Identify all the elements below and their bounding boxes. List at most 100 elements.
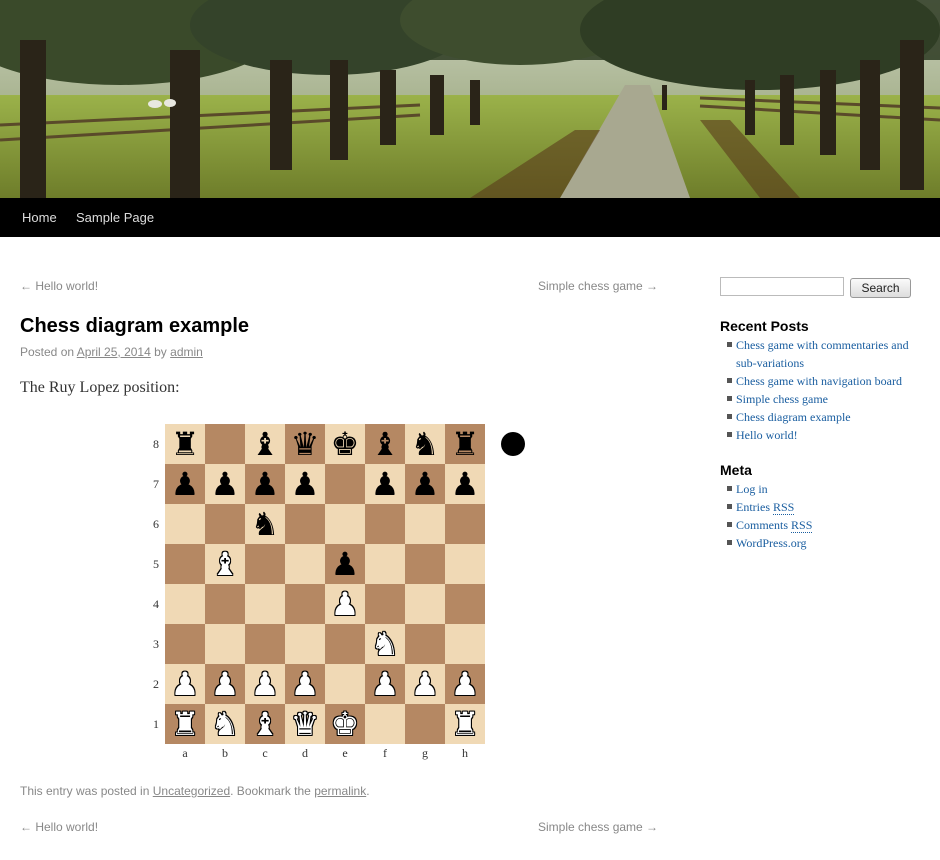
comments-rss-link[interactable]: Comments RSS xyxy=(736,518,813,533)
white-pawn-icon: ♟ xyxy=(210,665,240,703)
file-label: e xyxy=(342,746,348,760)
square-b6 xyxy=(205,504,245,544)
rank-label: 8 xyxy=(153,437,159,451)
white-queen-icon: ♛ xyxy=(290,705,320,743)
recent-post-link[interactable]: Chess diagram example xyxy=(736,410,851,424)
black-pawn-icon: ♟ xyxy=(370,465,400,503)
prev-post-link-bottom[interactable]: ← Hello world! xyxy=(20,820,98,834)
white-knight-icon: ♞ xyxy=(210,705,240,743)
black-bishop-icon: ♝ xyxy=(370,425,400,463)
recent-posts-title: Recent Posts xyxy=(720,318,809,334)
post-title: Chess diagram example xyxy=(20,315,249,337)
prev-post-link-top[interactable]: ← Hello world! xyxy=(20,279,98,293)
square-h1: ♜ xyxy=(445,704,485,744)
nav-item-sample-page[interactable]: Sample Page xyxy=(76,210,154,225)
square-d7: ♟ xyxy=(285,464,325,504)
wordpress-link[interactable]: WordPress.org xyxy=(736,536,806,550)
list-item: Chess game with navigation board xyxy=(720,372,930,390)
recent-posts-list: Chess game with commentaries and sub-var… xyxy=(720,336,930,444)
black-queen-icon: ♛ xyxy=(290,425,320,463)
square-c6: ♞ xyxy=(245,504,285,544)
list-item: Entries RSS xyxy=(720,498,930,516)
square-h5 xyxy=(445,544,485,584)
square-c7: ♟ xyxy=(245,464,285,504)
author-link[interactable]: admin xyxy=(170,345,203,359)
white-pawn-icon: ♟ xyxy=(290,665,320,703)
square-a4 xyxy=(165,584,205,624)
search-button[interactable]: Search xyxy=(850,278,911,298)
white-pawn-icon: ♟ xyxy=(370,665,400,703)
footer-mid: . Bookmark the xyxy=(230,784,311,798)
black-pawn-icon: ♟ xyxy=(170,465,200,503)
black-pawn-icon: ♟ xyxy=(290,465,320,503)
square-g4 xyxy=(405,584,445,624)
category-link[interactable]: Uncategorized xyxy=(153,784,230,798)
black-rook-icon: ♜ xyxy=(450,425,480,463)
square-f5 xyxy=(365,544,405,584)
post-intro: The Ruy Lopez position: xyxy=(20,379,180,396)
square-a7: ♟ xyxy=(165,464,205,504)
next-post-link-top[interactable]: Simple chess game → xyxy=(538,279,658,293)
square-g6 xyxy=(405,504,445,544)
square-h6 xyxy=(445,504,485,544)
entry-footer: This entry was posted in Uncategorized. … xyxy=(20,784,370,798)
square-b3 xyxy=(205,624,245,664)
black-knight-icon: ♞ xyxy=(410,425,440,463)
square-e1: ♚ xyxy=(325,704,365,744)
black-rook-icon: ♜ xyxy=(170,425,200,463)
square-f1 xyxy=(365,704,405,744)
meta-prefix: Posted on xyxy=(20,345,75,359)
square-e8: ♚ xyxy=(325,424,365,464)
square-g2: ♟ xyxy=(405,664,445,704)
square-f3: ♞ xyxy=(365,624,405,664)
recent-post-link[interactable]: Hello world! xyxy=(736,428,798,442)
square-c3 xyxy=(245,624,285,664)
white-pawn-icon: ♟ xyxy=(410,665,440,703)
square-b4 xyxy=(205,584,245,624)
black-pawn-icon: ♟ xyxy=(330,545,360,583)
white-rook-icon: ♜ xyxy=(170,705,200,743)
square-e3 xyxy=(325,624,365,664)
nav-item-home[interactable]: Home xyxy=(22,210,57,225)
recent-post-link[interactable]: Chess game with navigation board xyxy=(736,374,902,388)
chessboard: ♜ ♝ ♛ ♚ ♝ ♞ ♜ ♟ ♟ ♟ ♟ ♟ ♟ ♟ ♞ ♝ ♟ ♟ ♞ ♟ ♟ ♟ ♟ ♟ ♟ ♟ ♜ ♞ ♝ ♛ ♚ ♜ xyxy=(165,424,485,744)
white-pawn-icon: ♟ xyxy=(450,665,480,703)
list-item: Chess diagram example xyxy=(720,408,930,426)
square-c8: ♝ xyxy=(245,424,285,464)
next-post-link-bottom[interactable]: Simple chess game → xyxy=(538,820,658,834)
list-item: WordPress.org xyxy=(720,534,930,552)
recent-post-link[interactable]: Simple chess game xyxy=(736,392,828,406)
search-input[interactable] xyxy=(720,277,844,296)
file-label: a xyxy=(182,746,188,760)
square-e5: ♟ xyxy=(325,544,365,584)
square-a6 xyxy=(165,504,205,544)
square-b2: ♟ xyxy=(205,664,245,704)
file-label: c xyxy=(262,746,268,760)
entries-rss-link[interactable]: Entries RSS xyxy=(736,500,795,515)
square-a2: ♟ xyxy=(165,664,205,704)
white-pawn-icon: ♟ xyxy=(170,665,200,703)
square-b7: ♟ xyxy=(205,464,245,504)
square-h7: ♟ xyxy=(445,464,485,504)
square-f4 xyxy=(365,584,405,624)
square-d1: ♛ xyxy=(285,704,325,744)
post-date-link[interactable]: April 25, 2014 xyxy=(77,345,151,359)
recent-post-link[interactable]: Chess game with commentaries and sub-var… xyxy=(736,338,909,370)
square-c2: ♟ xyxy=(245,664,285,704)
login-link[interactable]: Log in xyxy=(736,482,768,496)
white-bishop-icon: ♝ xyxy=(210,545,240,583)
comments-label: Comments xyxy=(736,518,789,532)
square-a8: ♜ xyxy=(165,424,205,464)
black-bishop-icon: ♝ xyxy=(250,425,280,463)
square-b5: ♝ xyxy=(205,544,245,584)
side-to-move-indicator xyxy=(501,432,525,456)
square-e7 xyxy=(325,464,365,504)
file-label: d xyxy=(302,746,308,760)
square-d2: ♟ xyxy=(285,664,325,704)
rss-abbr: RSS xyxy=(791,518,813,533)
square-d6 xyxy=(285,504,325,544)
permalink-link[interactable]: permalink xyxy=(314,784,366,798)
square-d8: ♛ xyxy=(285,424,325,464)
black-pawn-icon: ♟ xyxy=(210,465,240,503)
black-king-icon: ♚ xyxy=(330,425,360,463)
